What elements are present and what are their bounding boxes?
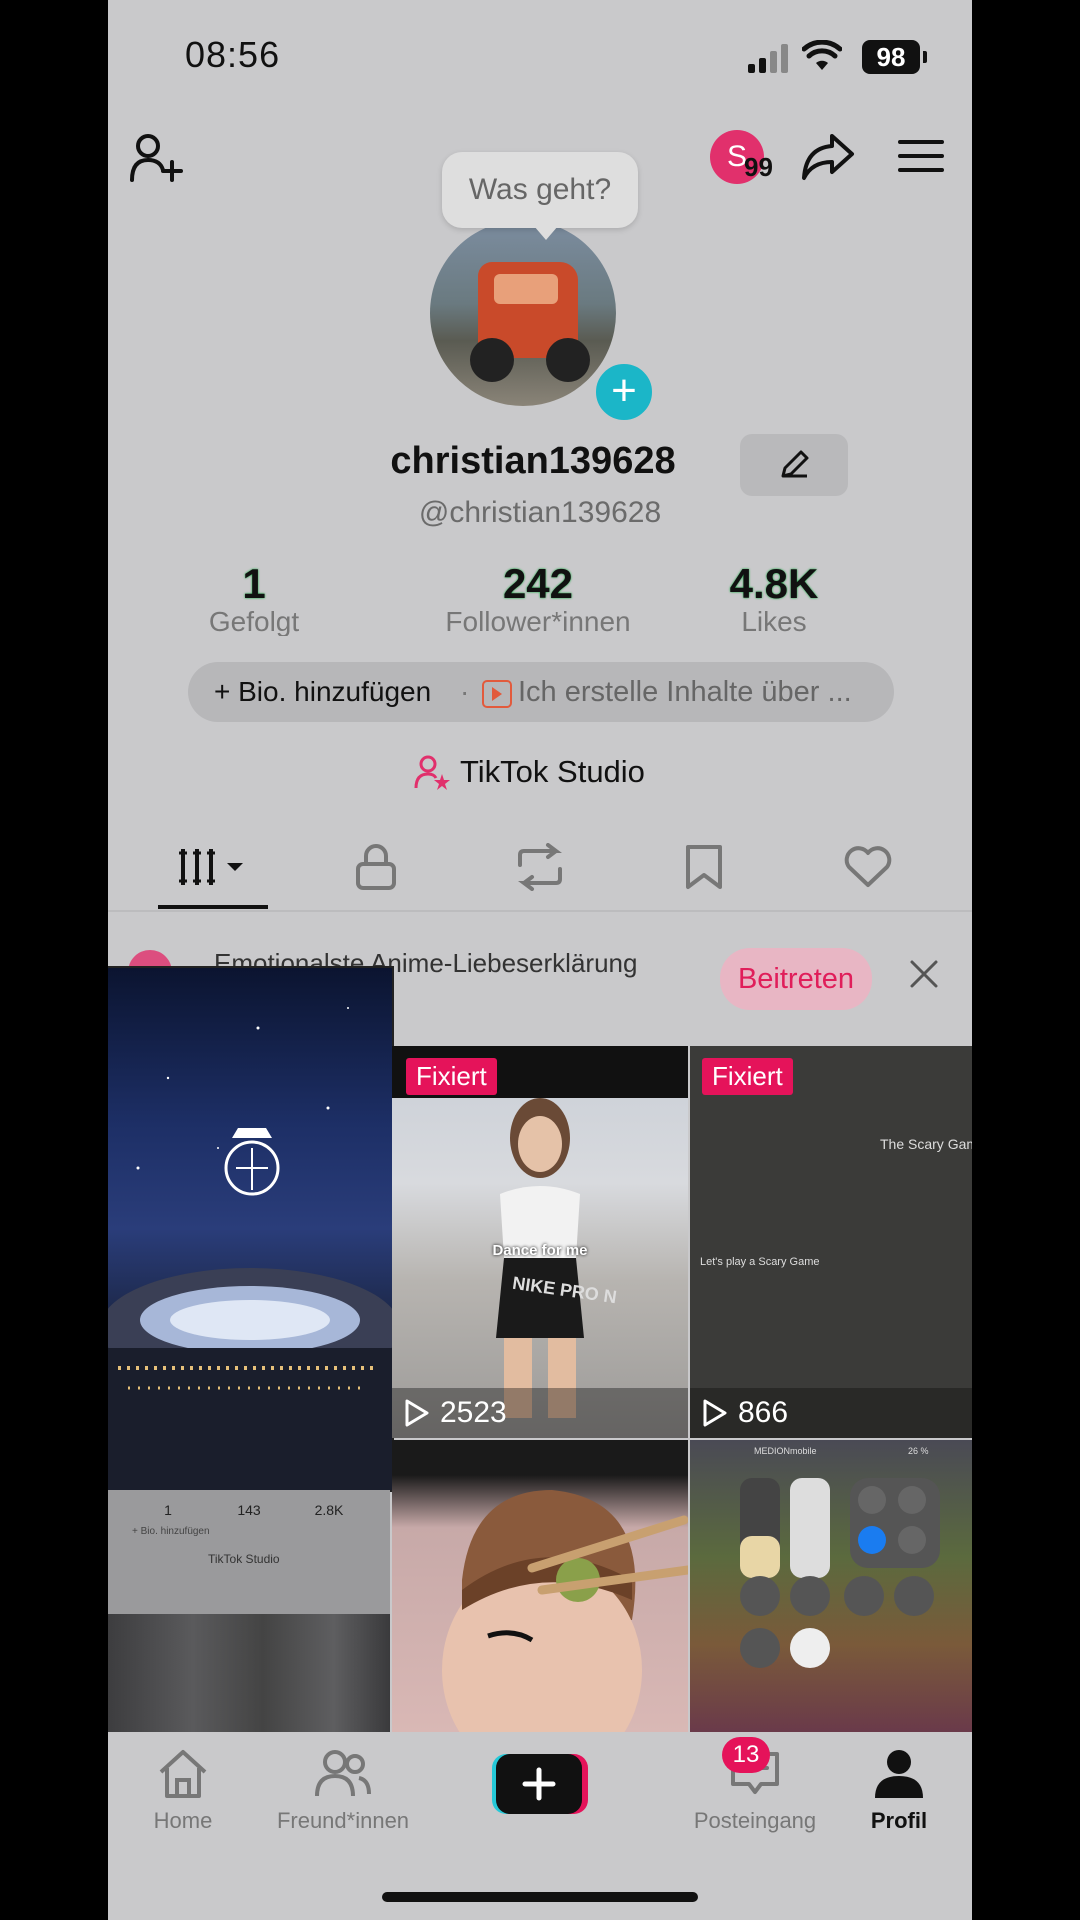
video-creator-icon: [482, 680, 512, 708]
nav-home-label: Home: [153, 1808, 213, 1833]
video-caption: The Scary Gam: [880, 1136, 972, 1152]
share-icon: [802, 134, 854, 180]
profile-username[interactable]: christian139628: [298, 440, 768, 483]
view-count-text: 2523: [440, 1396, 507, 1429]
likes-count[interactable]: 4.8K: [674, 560, 874, 608]
profile-icon: [875, 1750, 923, 1798]
video-tile-3[interactable]: [392, 1440, 688, 1732]
mini-bio-text: + Bio. hinzufügen: [132, 1526, 210, 1537]
create-button[interactable]: [492, 1754, 588, 1814]
stadium-night-image: [108, 1007, 392, 1490]
play-icon: [703, 1399, 727, 1427]
pinned-badge: Fixiert: [702, 1058, 793, 1095]
view-count-text: 866: [738, 1396, 789, 1429]
video-tile-2[interactable]: Fixiert The Scary Gam Let's play a Scary…: [690, 1046, 972, 1438]
bio-separator: ·: [460, 676, 470, 707]
followers-count[interactable]: 242: [438, 560, 638, 608]
battery-indicator: 98: [862, 40, 927, 74]
following-label: Gefolgt: [208, 606, 300, 636]
edit-profile-button[interactable]: [740, 434, 848, 496]
bookmark-icon: [686, 845, 722, 889]
menu-button[interactable]: [898, 138, 944, 174]
pinned-badge: Fixiert: [406, 1058, 497, 1095]
lock-icon: [356, 844, 396, 890]
plus-icon: [492, 1754, 588, 1814]
nav-friends-label: Freund*innen: [276, 1808, 410, 1833]
heart-icon: [844, 846, 892, 887]
mini-screenshot-tile[interactable]: 1 143 2.8K + Bio. hinzufügen TikTok Stud…: [108, 1490, 390, 1732]
girl-dancing-image: [496, 1098, 584, 1418]
pencil-icon: [781, 450, 809, 478]
add-friend-button[interactable]: [130, 132, 186, 184]
mini-stat-followers: 143: [237, 1502, 261, 1518]
video-tile-1[interactable]: Fixiert Dance for me NIKE PRO N 2523: [392, 1046, 688, 1438]
nav-inbox-label: Posteingang: [693, 1808, 817, 1833]
status-time: 08:56: [185, 34, 281, 75]
wifi-icon: [802, 40, 842, 70]
tab-favorites[interactable]: [674, 840, 734, 894]
repost-icon: [518, 843, 562, 891]
mini-video-strip: [108, 1614, 390, 1732]
add-user-icon: [130, 134, 183, 182]
tiktok-studio-link[interactable]: TikTok Studio: [460, 754, 645, 790]
active-tab-indicator: [158, 905, 268, 909]
tab-reposts[interactable]: [510, 840, 570, 894]
nav-friends[interactable]: Freund*innen: [253, 1748, 433, 1834]
following-count[interactable]: 1: [154, 560, 354, 608]
view-count: 866: [702, 1396, 788, 1430]
add-story-button[interactable]: +: [592, 360, 656, 424]
profile-handle: @christian139628: [418, 496, 662, 529]
grid-bars-icon: [179, 849, 243, 885]
join-button[interactable]: Beitreten: [720, 948, 872, 1010]
home-icon: [159, 1750, 207, 1798]
view-count: 2523: [404, 1396, 507, 1430]
studio-person-star-icon: [414, 755, 450, 790]
close-icon[interactable]: [908, 958, 940, 990]
video-subcaption: Let's play a Scary Game: [700, 1256, 820, 1268]
tab-videos[interactable]: [158, 840, 268, 894]
profile-avatar[interactable]: [430, 220, 616, 406]
tab-private[interactable]: [346, 840, 406, 894]
nav-home[interactable]: Home: [108, 1748, 258, 1834]
nav-profile[interactable]: Profil: [824, 1748, 972, 1834]
followers-label: Follower*innen: [445, 606, 631, 636]
nav-profile-label: Profil: [870, 1808, 928, 1833]
home-indicator: [382, 1892, 698, 1902]
share-profile-button[interactable]: [800, 132, 856, 182]
mini-stat-following: 1: [164, 1502, 172, 1518]
video-caption: Dance for me: [492, 1242, 588, 1259]
friends-icon: [315, 1750, 371, 1797]
cellular-signal-icon: [748, 44, 788, 73]
tab-divider: [108, 910, 972, 912]
notification-count: 99: [744, 152, 773, 182]
video-tile-4[interactable]: MEDIONmobile 26 %: [690, 1440, 972, 1732]
tab-liked[interactable]: [838, 840, 898, 894]
play-icon: [405, 1399, 429, 1427]
hamburger-menu-icon: [898, 140, 944, 172]
bio-text[interactable]: Ich erstelle Inhalte über ...: [518, 676, 852, 709]
pip-video-tile[interactable]: [108, 966, 394, 1492]
add-bio-button[interactable]: + Bio. hinzufügen: [214, 676, 431, 708]
profile-screen: 08:56 98 S 99 Was geht? + christian13962…: [108, 0, 972, 1920]
girl-chopsticks-image: [442, 1490, 688, 1732]
likes-label: Likes: [741, 606, 807, 636]
status-bubble[interactable]: Was geht?: [442, 152, 638, 240]
inbox-badge: 13: [722, 1737, 770, 1773]
mini-studio-text: TikTok Studio: [208, 1552, 280, 1566]
mini-stat-likes: 2.8K: [314, 1502, 344, 1518]
control-center-image: [740, 1478, 940, 1668]
